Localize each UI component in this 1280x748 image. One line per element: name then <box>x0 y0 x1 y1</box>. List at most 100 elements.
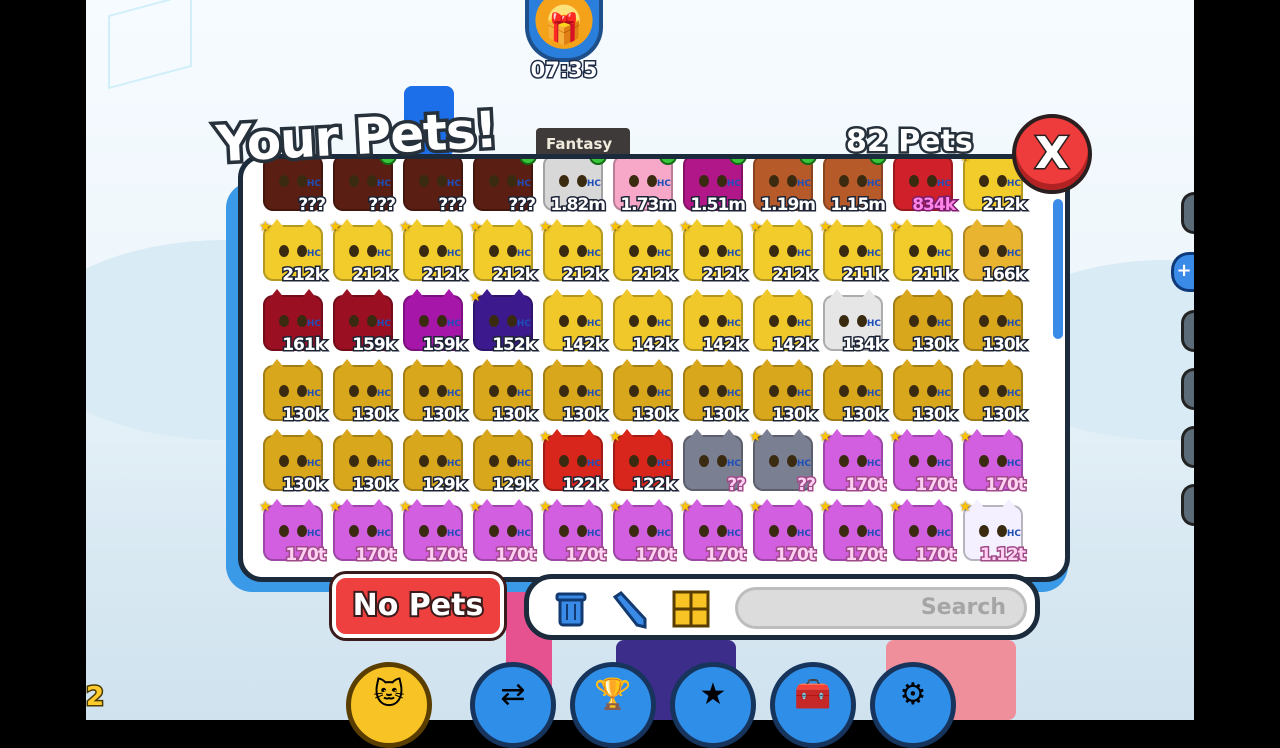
pet-slot[interactable]: HC 130k <box>887 357 957 427</box>
pet-slot[interactable]: ★ HC 170t <box>957 427 1027 497</box>
pet-slot[interactable]: HC 130k <box>607 357 677 427</box>
pet-slot[interactable]: ★ HC 170t <box>887 427 957 497</box>
pet-slot[interactable]: ★ HC 1.12t <box>957 497 1028 567</box>
pet-eye <box>507 385 517 397</box>
pet-slot[interactable]: ★ HC 170t <box>327 497 397 567</box>
pet-slot[interactable]: ★ HC 211k <box>817 217 887 287</box>
star-icon: ★ <box>399 219 412 235</box>
pet-slot[interactable]: ★ HC 122k <box>607 427 677 497</box>
pet-slot[interactable]: ★ HC 170t <box>607 497 677 567</box>
grid-icon[interactable] <box>671 589 711 629</box>
pet-slot[interactable]: HC 130k <box>957 357 1027 427</box>
trophy-nav-button[interactable]: 🏆 <box>570 662 656 748</box>
pet-slot[interactable]: HC 130k <box>467 357 537 427</box>
pet-slot[interactable]: HC 166k <box>957 217 1027 287</box>
pet-slot[interactable]: HC 130k <box>257 357 327 427</box>
side-tab[interactable] <box>1181 368 1194 410</box>
pet-slot[interactable]: HC 130k <box>957 287 1027 357</box>
pet-slot[interactable]: ★ HC 212k <box>467 217 537 287</box>
pet-slot[interactable]: ✓ HC 1.51m <box>677 159 747 217</box>
pet-slot[interactable]: ★ HC 170t <box>887 497 957 567</box>
hc-badge: HC <box>796 249 811 259</box>
pet-slot[interactable]: HC 130k <box>537 357 607 427</box>
pencil-icon[interactable] <box>609 589 649 629</box>
pet-ear <box>371 359 387 369</box>
pet-ear <box>861 359 877 369</box>
pet-slot[interactable]: ★ HC 170t <box>677 497 747 567</box>
event-timer[interactable]: 🎁 07:35 <box>516 0 612 84</box>
pet-slot[interactable]: ★ HC 170t <box>537 497 607 567</box>
pet-slot[interactable]: ✓ HC??? <box>467 159 537 217</box>
scrollbar-thumb[interactable] <box>1053 199 1063 339</box>
pet-value: 170t <box>984 474 1028 497</box>
pet-slot[interactable]: ★ HC 152k <box>467 287 537 357</box>
pet-slot[interactable]: HC 159k <box>327 287 397 357</box>
pet-slot[interactable]: ✓ HC 1.15m <box>817 159 887 217</box>
pet-slot[interactable]: HC 130k <box>887 287 957 357</box>
pet-slot[interactable]: ★ HC 212k <box>677 217 747 287</box>
close-button[interactable]: X <box>1012 114 1092 194</box>
pet-slot[interactable]: ★ HC?? <box>747 427 817 497</box>
pet-slot[interactable]: HC 834k <box>887 159 957 217</box>
pet-slot[interactable]: HC??? <box>397 159 467 217</box>
pet-slot[interactable]: ★ HC 211k <box>887 217 957 287</box>
side-tab[interactable] <box>1181 192 1194 234</box>
pet-slot[interactable]: ★ HC 170t <box>817 427 887 497</box>
pet-slot[interactable]: ★ HC 212k <box>397 217 467 287</box>
pet-slot[interactable]: HC 129k <box>467 427 537 497</box>
pet-slot[interactable]: ✓ HC 1.73m <box>607 159 677 217</box>
no-pets-button[interactable]: No Pets <box>332 574 504 638</box>
pet-slot[interactable]: HC 130k <box>817 357 887 427</box>
star-icon: ★ <box>539 499 552 515</box>
pet-slot[interactable]: HC 159k <box>397 287 467 357</box>
star-nav-button[interactable]: ★ <box>670 662 756 748</box>
side-tab[interactable] <box>1181 484 1194 526</box>
pet-slot[interactable]: HC 130k <box>327 427 397 497</box>
pet-eye <box>367 385 377 397</box>
pet-ear <box>759 289 775 299</box>
pet-eye <box>419 315 429 327</box>
pet-slot[interactable]: ★ HC 170t <box>257 497 327 567</box>
trash-icon[interactable] <box>551 589 591 629</box>
pet-eye <box>577 525 587 537</box>
pet-slot[interactable]: ★ HC 170t <box>747 497 817 567</box>
pet-eye <box>839 175 849 187</box>
pet-slot[interactable]: HC 142k <box>537 287 607 357</box>
side-tab[interactable] <box>1181 426 1194 468</box>
pets-nav-button[interactable]: 🐱 <box>346 662 432 748</box>
pet-slot[interactable]: HC 142k <box>677 287 747 357</box>
pet-eye <box>909 245 919 257</box>
pet-slot[interactable]: ★ HC 212k <box>257 217 327 287</box>
pet-eye <box>279 245 289 257</box>
hc-badge: HC <box>796 319 811 329</box>
pet-eye <box>297 315 307 327</box>
pet-slot[interactable]: ★ HC 212k <box>747 217 817 287</box>
settings-nav-button[interactable]: ⚙ <box>870 662 956 748</box>
pet-slot[interactable]: HC 130k <box>397 357 467 427</box>
pet-value: ?? <box>726 474 748 497</box>
pet-slot[interactable]: ★ HC 212k <box>607 217 677 287</box>
chest-nav-button[interactable]: 🧰 <box>770 662 856 748</box>
pet-slot[interactable]: ★ HC 212k <box>537 217 607 287</box>
search-input[interactable]: Search <box>735 587 1027 629</box>
pet-slot[interactable]: ★ HC 170t <box>817 497 887 567</box>
pet-slot[interactable]: ✓ HC 1.82m <box>537 159 607 217</box>
pet-slot[interactable]: HC?? <box>677 427 747 497</box>
pet-slot[interactable]: HC 134k <box>817 287 887 357</box>
pet-slot[interactable]: HC 130k <box>257 427 327 497</box>
pet-slot[interactable]: HC 130k <box>327 357 397 427</box>
pet-slot[interactable]: HC 161k <box>257 287 327 357</box>
pet-slot[interactable]: HC 142k <box>607 287 677 357</box>
pet-slot[interactable]: HC 130k <box>677 357 747 427</box>
trade-nav-button[interactable]: ⇄ <box>470 662 556 748</box>
pet-slot[interactable]: ✓ HC 1.19m <box>747 159 817 217</box>
pet-slot[interactable]: HC 129k <box>397 427 467 497</box>
pet-slot[interactable]: ★ HC 122k <box>537 427 607 497</box>
pet-slot[interactable]: HC 130k <box>747 357 817 427</box>
pet-value: 130k <box>281 404 328 427</box>
pet-slot[interactable]: ★ HC 170t <box>397 497 467 567</box>
pet-slot[interactable]: HC 142k <box>747 287 817 357</box>
side-tab[interactable] <box>1181 310 1194 352</box>
pet-slot[interactable]: ★ HC 170t <box>467 497 537 567</box>
pet-slot[interactable]: ★ HC 212k <box>327 217 397 287</box>
